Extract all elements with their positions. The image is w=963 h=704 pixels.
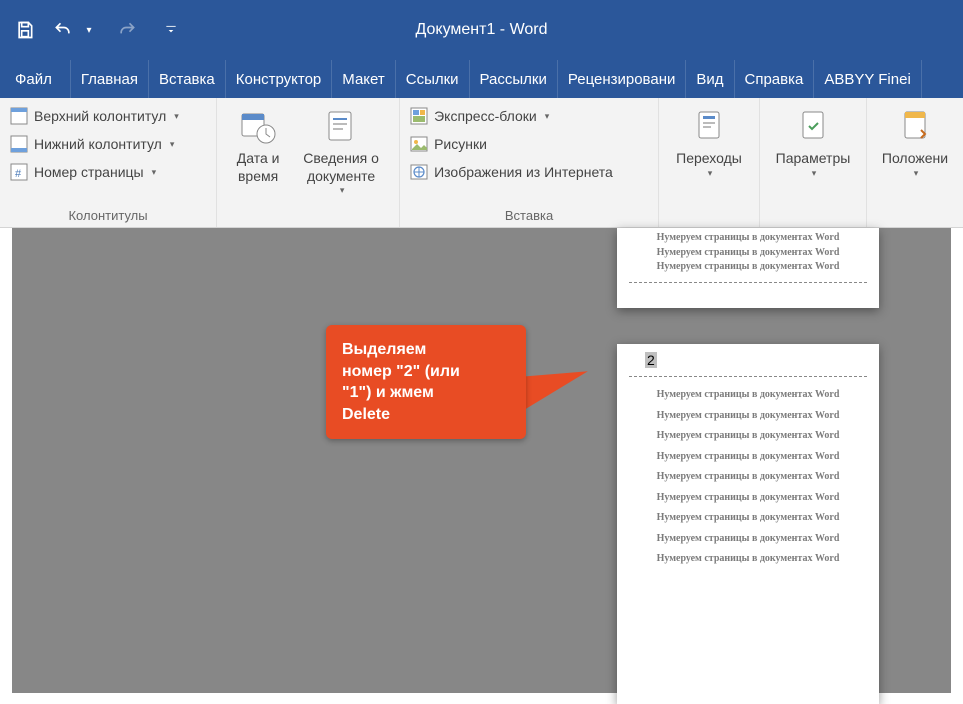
pictures-button[interactable]: Рисунки [408, 132, 650, 156]
navigation-label: Переходы [676, 150, 742, 168]
dropdown-icon: ▾ [174, 111, 179, 122]
group-position: Положени ▾ [867, 98, 963, 227]
doc-text-line: Нумеруем страницы в документах Word [657, 247, 840, 260]
tab-abbyy[interactable]: ABBYY Finei [814, 60, 921, 98]
doc-text-line: Нумеруем страницы в документах Word [657, 471, 840, 484]
tab-layout[interactable]: Макет [332, 60, 395, 98]
footer-button[interactable]: Нижний колонтитул ▾ [8, 132, 208, 156]
doc-text-line: Нумеруем страницы в документах Word [657, 553, 840, 566]
header-area[interactable]: 2 [617, 344, 879, 376]
footer-label: Нижний колонтитул [34, 136, 162, 152]
page-2-body: Нумеруем страницы в документах Word Нуме… [617, 385, 879, 570]
footer-boundary [629, 282, 867, 283]
options-button[interactable]: Параметры ▾ [768, 104, 858, 179]
group-insert: Экспресс-блоки ▾ Рисунки Изображения из И… [400, 98, 659, 227]
options-label: Параметры [776, 150, 851, 168]
tab-review[interactable]: Рецензировани [558, 60, 686, 98]
doc-text-line: Нумеруем страницы в документах Word [657, 430, 840, 443]
dropdown-icon: ▾ [152, 167, 157, 178]
tab-mailings[interactable]: Рассылки [470, 60, 558, 98]
tab-references[interactable]: Ссылки [396, 60, 470, 98]
header-label: Верхний колонтитул [34, 108, 166, 124]
annotation-callout: Выделяем номер "2" (или "1") и жмем Dele… [326, 325, 526, 439]
position-label: Положени [882, 150, 948, 168]
date-time-label: Дата и время [231, 150, 285, 185]
header-boundary [629, 376, 867, 377]
ribbon-tabs: Файл Главная Вставка Конструктор Макет С… [0, 60, 963, 98]
qat-customize-icon[interactable] [161, 20, 181, 40]
page-1-body: Нумеруем страницы в документах Word Нуме… [617, 228, 879, 278]
page-2[interactable]: 2 Нумеруем страницы в документах Word Ну… [617, 344, 879, 704]
group-navigation: Переходы ▾ [659, 98, 760, 227]
dropdown-icon: ▾ [708, 168, 713, 179]
tab-home[interactable]: Главная [71, 60, 149, 98]
online-pictures-button[interactable]: Изображения из Интернета [408, 160, 650, 184]
tab-insert[interactable]: Вставка [149, 60, 226, 98]
dropdown-icon: ▾ [545, 111, 550, 122]
quick-parts-button[interactable]: Экспресс-блоки ▾ [408, 104, 650, 128]
position-icon [897, 108, 933, 144]
tab-design[interactable]: Конструктор [226, 60, 333, 98]
header-icon [10, 107, 28, 125]
page-number-label: Номер страницы [34, 164, 144, 180]
undo-icon[interactable] [53, 20, 73, 40]
document-info-button[interactable]: Сведения о документе▾ [291, 104, 391, 196]
date-time-button[interactable]: Дата и время [225, 104, 291, 185]
pictures-label: Рисунки [434, 136, 487, 152]
tab-view[interactable]: Вид [686, 60, 734, 98]
quick-parts-label: Экспресс-блоки [434, 108, 537, 124]
group-label: Вставка [408, 206, 650, 225]
svg-text:#: # [15, 168, 22, 180]
doc-text-line: Нумеруем страницы в документах Word [657, 389, 840, 402]
page-1[interactable]: Нумеруем страницы в документах Word Нуме… [617, 228, 879, 308]
online-pictures-label: Изображения из Интернета [434, 164, 613, 180]
doc-text-line: Нумеруем страницы в документах Word [657, 492, 840, 505]
navigation-button[interactable]: Переходы ▾ [667, 104, 751, 179]
dropdown-icon: ▾ [340, 185, 345, 196]
header-button[interactable]: Верхний колонтитул ▾ [8, 104, 208, 128]
doc-text-line: Нумеруем страницы в документах Word [657, 451, 840, 464]
doc-text-line: Нумеруем страницы в документах Word [657, 232, 840, 245]
undo-dropdown-icon[interactable]: ▾ [79, 20, 99, 40]
window-title: Документ1 - Word [415, 21, 547, 39]
group-label: Колонтитулы [8, 206, 208, 225]
page-number-selected[interactable]: 2 [645, 352, 657, 368]
document-info-icon [323, 108, 359, 144]
footer-icon [10, 135, 28, 153]
document-info-label: Сведения о документе [297, 150, 385, 185]
tab-file[interactable]: Файл [0, 60, 71, 98]
doc-text-line: Нумеруем страницы в документах Word [657, 261, 840, 274]
dropdown-icon: ▾ [170, 139, 175, 150]
document-area[interactable]: Нумеруем страницы в документах Word Нуме… [12, 228, 951, 693]
tab-help[interactable]: Справка [735, 60, 815, 98]
doc-text-line: Нумеруем страницы в документах Word [657, 533, 840, 546]
callout-line: номер "2" (или [342, 361, 510, 383]
save-icon[interactable] [15, 20, 35, 40]
callout-line: Delete [342, 404, 510, 426]
online-pictures-icon [410, 163, 428, 181]
ribbon: Верхний колонтитул ▾ Нижний колонтитул ▾ #… [0, 98, 963, 228]
page-number-icon: # [10, 163, 28, 181]
doc-text-line: Нумеруем страницы в документах Word [657, 410, 840, 423]
titlebar: ▾ Документ1 - Word [0, 0, 963, 60]
pictures-icon [410, 135, 428, 153]
date-time-icon [240, 108, 276, 144]
group-options: Параметры ▾ [760, 98, 867, 227]
options-icon [795, 108, 831, 144]
dropdown-icon: ▾ [812, 168, 817, 179]
quick-parts-icon [410, 107, 428, 125]
quick-access-toolbar: ▾ [15, 20, 181, 40]
callout-line: "1") и жмем [342, 382, 510, 404]
group-label [225, 221, 391, 225]
group-datetime: Дата и время Сведения о документе▾ [217, 98, 400, 227]
dropdown-icon: ▾ [914, 168, 919, 179]
page-number-button[interactable]: # Номер страницы ▾ [8, 160, 208, 184]
position-button[interactable]: Положени ▾ [875, 104, 955, 179]
doc-text-line: Нумеруем страницы в документах Word [657, 512, 840, 525]
group-headers-footers: Верхний колонтитул ▾ Нижний колонтитул ▾ #… [0, 98, 217, 227]
redo-icon[interactable] [117, 20, 137, 40]
navigation-icon [691, 108, 727, 144]
callout-line: Выделяем [342, 339, 510, 361]
